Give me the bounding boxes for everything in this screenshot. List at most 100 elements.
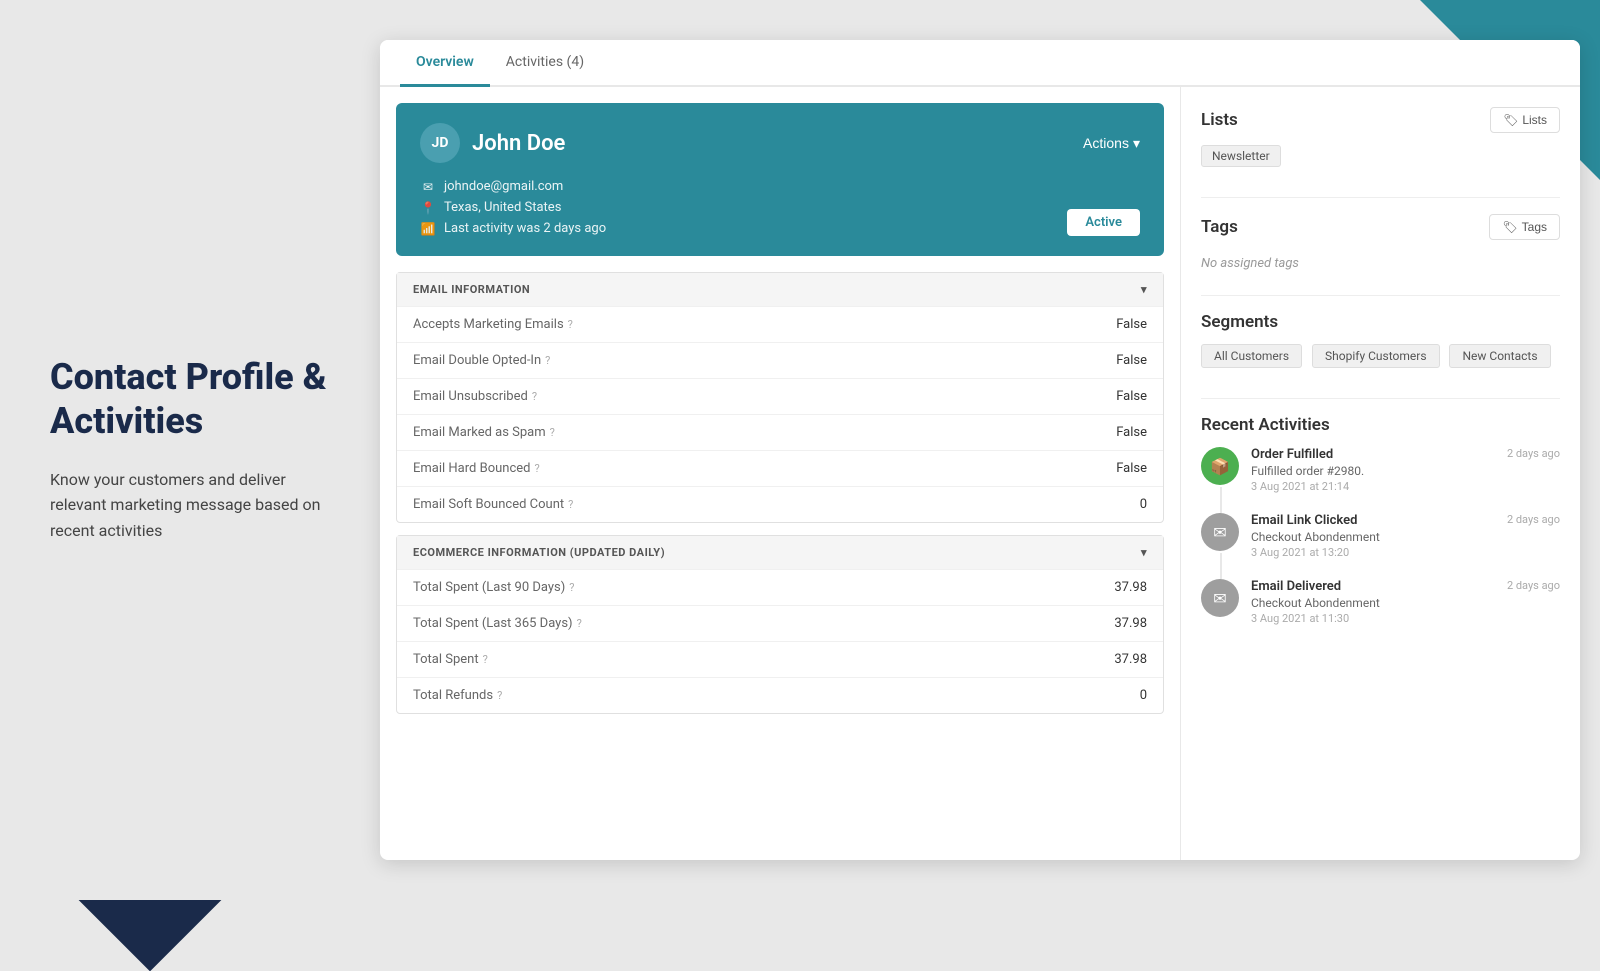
activity-subtitle-2: Checkout Abondenment <box>1251 596 1560 610</box>
activity-date-1: 3 Aug 2021 at 13:20 <box>1251 546 1560 559</box>
ecom-help-0: ? <box>569 581 574 594</box>
contact-info: ✉ johndoe@gmail.com 📍 Texas, United Stat… <box>420 179 1140 236</box>
email-label-1: Email Double Opted-In ? <box>413 353 1116 368</box>
email-section-header[interactable]: EMAIL INFORMATION ▾ <box>397 273 1163 306</box>
divider-3 <box>1201 398 1560 399</box>
segment-shopify-customers[interactable]: Shopify Customers <box>1312 344 1439 368</box>
lists-header: Lists 🏷 Lists <box>1201 107 1560 133</box>
activity-title-0: Order Fulfilled <box>1251 447 1333 462</box>
contact-location-row: 📍 Texas, United States <box>420 200 1140 215</box>
tab-activities[interactable]: Activities (4) <box>490 40 600 87</box>
ecom-help-1: ? <box>577 617 582 630</box>
activity-item-1: ✉ Email Link Clicked 2 days ago Checkout… <box>1201 513 1560 559</box>
ecom-row-2: Total Spent ? 37.98 <box>397 641 1163 677</box>
active-badge: Active <box>1067 209 1140 236</box>
activities-header: Recent Activities <box>1201 415 1560 435</box>
left-panel: Contact Profile & Activities Know your c… <box>0 0 380 900</box>
ecommerce-section-header[interactable]: ECOMMERCE INFORMATION (UPDATED DAILY) ▾ <box>397 536 1163 569</box>
segment-new-contacts[interactable]: New Contacts <box>1449 344 1550 368</box>
email-row-2: Email Unsubscribed ? False <box>397 378 1163 414</box>
list-item-newsletter[interactable]: Newsletter <box>1201 145 1281 167</box>
main-content: Overview Activities (4) JD John Doe Acti… <box>380 40 1580 860</box>
content-area: JD John Doe Actions ▾ ✉ johndoe@gmail.co… <box>380 87 1580 860</box>
activity-time-0: 2 days ago <box>1507 447 1560 460</box>
email-icon: ✉ <box>420 180 436 194</box>
lists-title: Lists <box>1201 110 1238 130</box>
email-row-4: Email Hard Bounced ? False <box>397 450 1163 486</box>
lists-button[interactable]: 🏷 Lists <box>1490 107 1560 133</box>
activity-title-row-0: Order Fulfilled 2 days ago <box>1251 447 1560 462</box>
tags-icon: 🏷 <box>1502 220 1517 234</box>
contact-header: JD John Doe Actions ▾ <box>420 123 1140 163</box>
email-label-0: Accepts Marketing Emails ? <box>413 317 1116 332</box>
email-section-title: EMAIL INFORMATION <box>413 283 530 296</box>
activities-title: Recent Activities <box>1201 415 1330 435</box>
help-icon-3: ? <box>550 426 555 439</box>
activity-time-2: 2 days ago <box>1507 579 1560 592</box>
tags-button[interactable]: 🏷 Tags <box>1489 214 1560 240</box>
help-icon-4: ? <box>534 462 539 475</box>
email-label-2: Email Unsubscribed ? <box>413 389 1116 404</box>
help-icon-5: ? <box>568 498 573 511</box>
activity-date-0: 3 Aug 2021 at 21:14 <box>1251 480 1560 493</box>
actions-label: Actions <box>1083 135 1129 151</box>
segments-title: Segments <box>1201 312 1278 332</box>
contact-card: JD John Doe Actions ▾ ✉ johndoe@gmail.co… <box>396 103 1164 256</box>
ecommerce-info-section: ECOMMERCE INFORMATION (UPDATED DAILY) ▾ … <box>396 535 1164 714</box>
activity-title-row-1: Email Link Clicked 2 days ago <box>1251 513 1560 528</box>
hero-description: Know your customers and deliver relevant… <box>50 467 330 544</box>
segment-all-customers[interactable]: All Customers <box>1201 344 1302 368</box>
email-row-1: Email Double Opted-In ? False <box>397 342 1163 378</box>
ecom-label-1: Total Spent (Last 365 Days) ? <box>413 616 1114 631</box>
activity-icon-0: 📦 <box>1201 447 1239 485</box>
contact-location: Texas, United States <box>444 200 561 215</box>
email-section-chevron-icon: ▾ <box>1141 283 1147 296</box>
ecommerce-section-title: ECOMMERCE INFORMATION (UPDATED DAILY) <box>413 546 665 559</box>
ecom-row-1: Total Spent (Last 365 Days) ? 37.98 <box>397 605 1163 641</box>
email-link-clicked-icon: ✉ <box>1213 523 1226 542</box>
tags-section: Tags 🏷 Tags No assigned tags <box>1201 214 1560 271</box>
help-icon-1: ? <box>545 354 550 367</box>
left-col: JD John Doe Actions ▾ ✉ johndoe@gmail.co… <box>380 87 1180 860</box>
contact-email-row: ✉ johndoe@gmail.com <box>420 179 1140 194</box>
tab-overview[interactable]: Overview <box>400 40 490 87</box>
email-info-section: EMAIL INFORMATION ▾ Accepts Marketing Em… <box>396 272 1164 523</box>
activity-title-2: Email Delivered <box>1251 579 1341 594</box>
email-value-2: False <box>1116 389 1147 404</box>
segments-header: Segments <box>1201 312 1560 332</box>
activity-item-0: 📦 Order Fulfilled 2 days ago Fulfilled o… <box>1201 447 1560 493</box>
hero-heading: Contact Profile & Activities <box>50 356 330 442</box>
email-label-4: Email Hard Bounced ? <box>413 461 1116 476</box>
ecom-label-3: Total Refunds ? <box>413 688 1140 703</box>
activity-content-2: Email Delivered 2 days ago Checkout Abon… <box>1251 579 1560 625</box>
activity-title-row-2: Email Delivered 2 days ago <box>1251 579 1560 594</box>
activity-subtitle-0: Fulfilled order #2980. <box>1251 464 1560 478</box>
actions-button[interactable]: Actions ▾ <box>1083 135 1140 152</box>
segments-section: Segments All Customers Shopify Customers… <box>1201 312 1560 374</box>
tabs-bar: Overview Activities (4) <box>380 40 1580 87</box>
contact-name-row: JD John Doe <box>420 123 565 163</box>
email-value-1: False <box>1116 353 1147 368</box>
ecom-row-3: Total Refunds ? 0 <box>397 677 1163 713</box>
contact-email: johndoe@gmail.com <box>444 179 563 194</box>
segments-items: All Customers Shopify Customers New Cont… <box>1201 344 1560 374</box>
divider-2 <box>1201 295 1560 296</box>
right-col: Lists 🏷 Lists Newsletter Tags 🏷 <box>1180 87 1580 860</box>
lists-btn-label: Lists <box>1522 113 1547 127</box>
email-label-3: Email Marked as Spam ? <box>413 425 1116 440</box>
ecom-label-2: Total Spent ? <box>413 652 1114 667</box>
ecom-help-2: ? <box>483 653 488 666</box>
ecom-value-3: 0 <box>1140 688 1147 703</box>
ecom-help-3: ? <box>497 689 502 702</box>
tags-header: Tags 🏷 Tags <box>1201 214 1560 240</box>
lists-items: Newsletter <box>1201 145 1560 173</box>
contact-name: John Doe <box>472 131 565 156</box>
ecom-row-0: Total Spent (Last 90 Days) ? 37.98 <box>397 569 1163 605</box>
avatar: JD <box>420 123 460 163</box>
email-label-5: Email Soft Bounced Count ? <box>413 497 1140 512</box>
help-icon-2: ? <box>532 390 537 403</box>
actions-chevron-icon: ▾ <box>1133 135 1140 152</box>
ecommerce-chevron-icon: ▾ <box>1141 546 1147 559</box>
divider-1 <box>1201 197 1560 198</box>
activity-time-1: 2 days ago <box>1507 513 1560 526</box>
